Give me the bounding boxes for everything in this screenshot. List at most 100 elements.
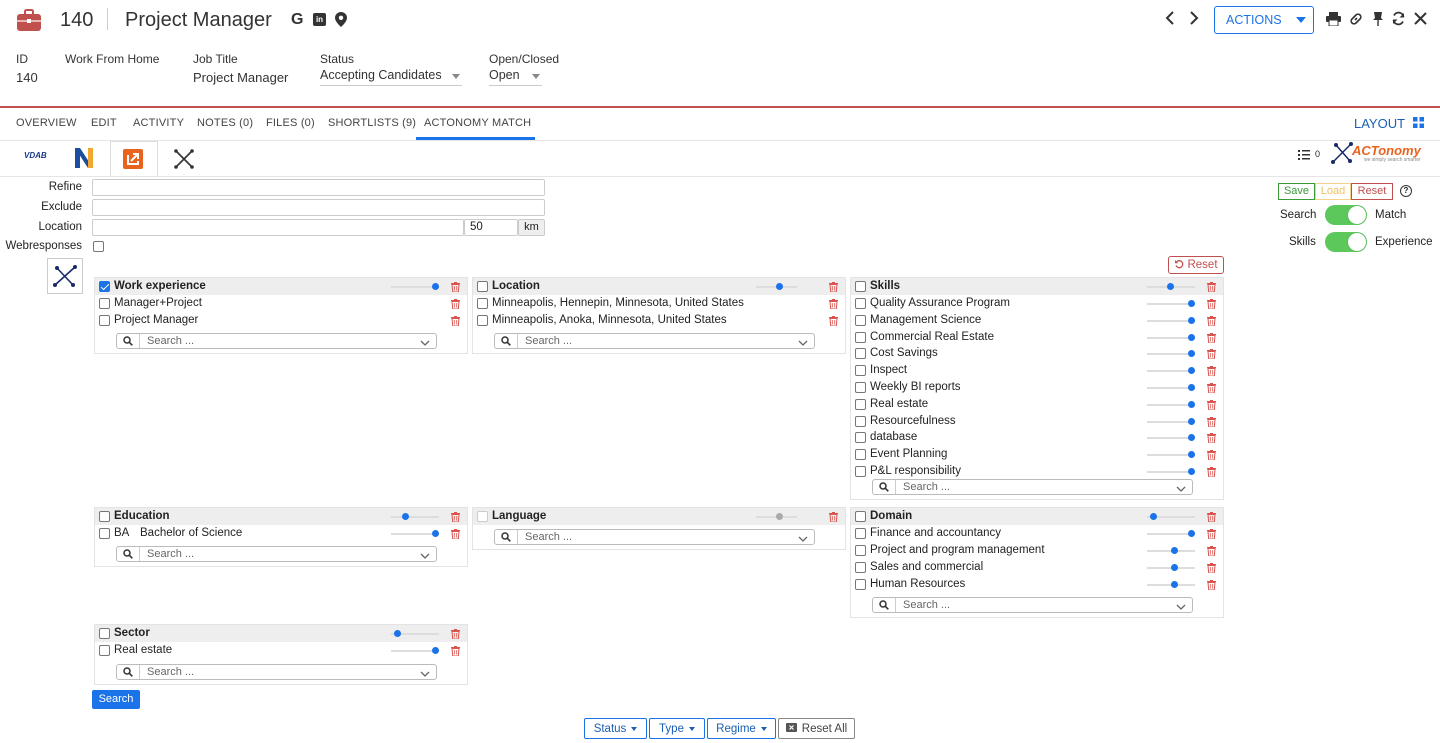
link-icon[interactable] — [1349, 12, 1363, 29]
skills-experience-toggle[interactable] — [1325, 232, 1367, 252]
status-filter-button[interactable]: Status — [584, 718, 647, 739]
location-input[interactable] — [92, 219, 464, 236]
item-checkbox[interactable] — [855, 365, 866, 377]
item-checkbox[interactable] — [855, 466, 866, 477]
slider-knob[interactable] — [1188, 316, 1195, 324]
subtab-actonomy-icon[interactable] — [173, 149, 195, 172]
slider-knob[interactable] — [1188, 400, 1195, 408]
exclude-input[interactable] — [92, 199, 545, 216]
item-checkbox[interactable] — [99, 528, 110, 539]
weight-slider[interactable] — [1147, 434, 1195, 442]
weight-slider[interactable] — [1147, 300, 1195, 307]
weight-slider[interactable] — [1147, 547, 1195, 554]
slider-knob[interactable] — [776, 513, 783, 520]
tab-activity[interactable]: ACTIVITY — [133, 117, 184, 129]
tab-overview[interactable]: OVERVIEW — [16, 117, 77, 129]
layout-button[interactable]: LAYOUT — [1354, 116, 1425, 131]
print-icon[interactable] — [1326, 12, 1341, 29]
trash-icon[interactable] — [1207, 365, 1216, 377]
trash-icon[interactable] — [451, 628, 460, 640]
reset-panels-button[interactable]: Reset — [1168, 256, 1224, 274]
slider-knob[interactable] — [1188, 451, 1195, 459]
close-icon[interactable] — [1413, 11, 1428, 29]
trash-icon[interactable] — [1207, 579, 1216, 591]
trash-icon[interactable] — [451, 298, 460, 310]
slider-knob[interactable] — [1188, 367, 1195, 375]
type-filter-button[interactable]: Type — [649, 718, 705, 739]
reset-all-button[interactable]: Reset All — [778, 718, 855, 739]
item-checkbox[interactable] — [855, 398, 866, 410]
trash-icon[interactable] — [1207, 562, 1216, 574]
item-checkbox[interactable] — [855, 314, 866, 326]
trash-icon[interactable] — [1207, 315, 1216, 327]
slider-knob[interactable] — [1171, 564, 1178, 571]
weight-slider[interactable] — [1147, 367, 1195, 375]
weight-slider[interactable] — [1147, 451, 1195, 459]
trash-icon[interactable] — [1207, 528, 1216, 540]
weight-slider[interactable] — [1147, 333, 1195, 341]
item-checkbox[interactable] — [855, 579, 866, 590]
trash-icon[interactable] — [1207, 466, 1216, 478]
trash-icon[interactable] — [1207, 348, 1216, 360]
slider-knob[interactable] — [776, 283, 783, 290]
item-checkbox[interactable] — [855, 545, 866, 556]
slider-knob[interactable] — [394, 630, 401, 637]
trash-icon[interactable] — [451, 645, 460, 657]
weight-slider[interactable] — [1147, 564, 1195, 571]
weight-slider[interactable] — [1147, 581, 1195, 588]
tab-shortlists[interactable]: SHORTLISTS (9) — [328, 117, 416, 129]
slider-knob[interactable] — [1188, 417, 1195, 425]
language-checkbox[interactable] — [477, 511, 488, 522]
trash-icon[interactable] — [1207, 432, 1216, 444]
trash-icon[interactable] — [451, 511, 460, 523]
trash-icon[interactable] — [1207, 511, 1216, 523]
save-button[interactable]: Save — [1278, 183, 1315, 200]
weight-slider[interactable] — [391, 630, 439, 637]
location-checkbox[interactable] — [477, 281, 488, 292]
education-search[interactable]: Search ... — [116, 546, 437, 562]
radius-input[interactable]: 50 — [464, 219, 518, 236]
trash-icon[interactable] — [1207, 281, 1216, 293]
trash-icon[interactable] — [829, 298, 838, 310]
tab-edit[interactable]: EDIT — [91, 117, 117, 129]
prev-record-icon[interactable] — [1164, 10, 1176, 29]
refine-input[interactable] — [92, 179, 545, 196]
linkedin-icon[interactable]: in — [313, 13, 326, 26]
pin-icon[interactable] — [1372, 11, 1384, 30]
slider-knob[interactable] — [1171, 581, 1178, 588]
language-search[interactable]: Search ... — [494, 529, 815, 545]
open-closed-select[interactable]: Open — [489, 68, 542, 86]
work-experience-search[interactable]: Search ... — [116, 333, 437, 349]
sector-search[interactable]: Search ... — [116, 664, 437, 680]
subtab-vdab[interactable]: VDAB — [24, 151, 47, 163]
weight-slider[interactable] — [1147, 283, 1195, 290]
trash-icon[interactable] — [1207, 332, 1216, 344]
slider-knob[interactable] — [402, 513, 409, 520]
actions-button[interactable]: ACTIONS — [1214, 6, 1314, 34]
sector-checkbox[interactable] — [99, 628, 110, 639]
subtab-import-icon[interactable] — [123, 149, 143, 172]
reset-filter-button[interactable]: Reset — [1351, 183, 1393, 200]
item-checkbox[interactable] — [855, 415, 866, 427]
list-count-icon[interactable] — [1298, 149, 1310, 163]
weight-slider[interactable] — [1147, 417, 1195, 425]
slider-knob[interactable] — [1171, 547, 1178, 554]
weight-slider[interactable] — [1147, 350, 1195, 358]
regime-filter-button[interactable]: Regime — [707, 718, 776, 739]
item-checkbox[interactable] — [855, 382, 866, 393]
weight-slider[interactable] — [756, 513, 797, 520]
slider-knob[interactable] — [1188, 468, 1195, 475]
trash-icon[interactable] — [1207, 382, 1216, 394]
search-match-toggle[interactable] — [1325, 205, 1367, 225]
webresponses-checkbox[interactable] — [93, 241, 104, 252]
tab-files[interactable]: FILES (0) — [266, 117, 315, 129]
trash-icon[interactable] — [829, 315, 838, 327]
item-checkbox[interactable] — [855, 331, 866, 343]
weight-slider[interactable] — [391, 530, 439, 537]
trash-icon[interactable] — [451, 528, 460, 540]
slider-knob[interactable] — [1167, 283, 1174, 290]
slider-knob[interactable] — [1188, 350, 1195, 358]
trash-icon[interactable] — [829, 511, 838, 523]
weight-slider[interactable] — [1147, 400, 1195, 408]
tab-notes[interactable]: NOTES (0) — [197, 117, 253, 129]
